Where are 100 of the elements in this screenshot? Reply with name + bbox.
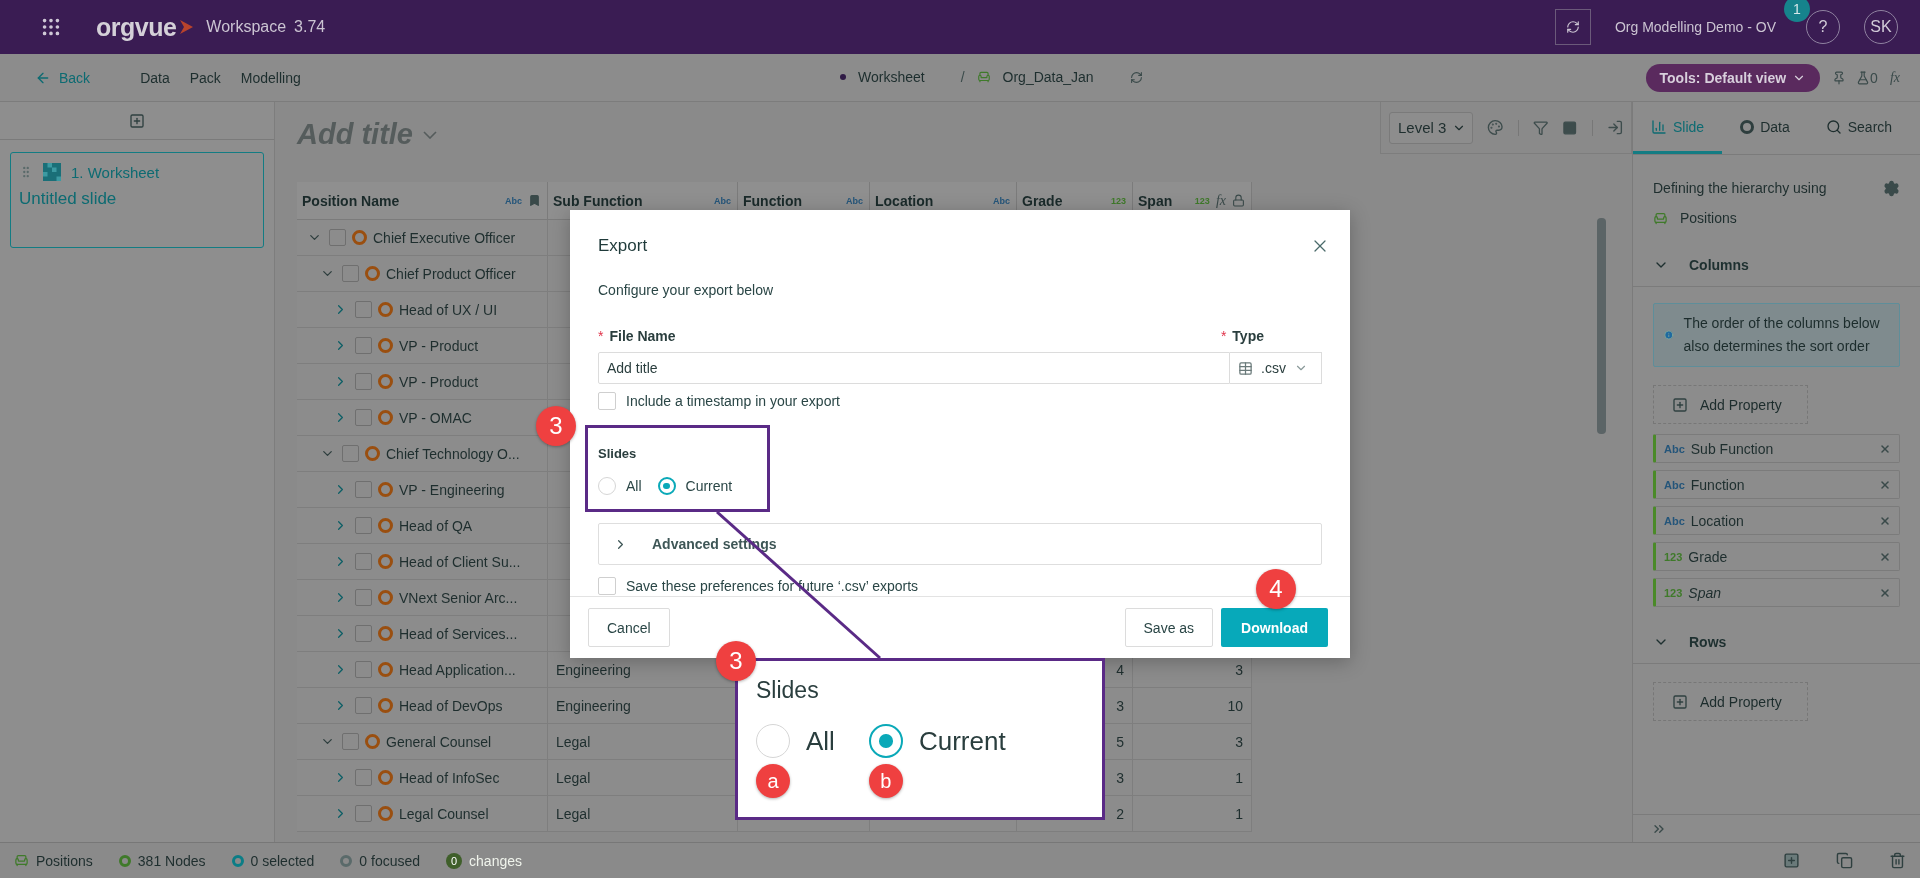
level-dropdown[interactable]: Level 3: [1389, 111, 1474, 144]
checkbox[interactable]: [598, 577, 616, 595]
row-checkbox[interactable]: [355, 661, 372, 678]
hierarchy-label: Defining the hierarchy using: [1653, 180, 1827, 196]
position-name: VP - OMAC: [399, 409, 472, 426]
breadcrumb-link[interactable]: Org_Data_Jan: [1002, 69, 1094, 85]
remove-icon[interactable]: [1879, 586, 1891, 599]
apps-grid-icon[interactable]: [40, 16, 62, 38]
row-checkbox[interactable]: [342, 445, 359, 462]
column-chip[interactable]: Abc Location: [1653, 506, 1900, 535]
flask-icon[interactable]: [1856, 70, 1871, 85]
checkbox-label: Include a timestamp in your export: [626, 393, 840, 409]
radio-button[interactable]: [657, 477, 676, 495]
settings-icon[interactable]: [1883, 179, 1900, 197]
checkbox[interactable]: [598, 392, 616, 410]
add-icon[interactable]: [1783, 852, 1800, 869]
slides-label: Slides: [598, 446, 638, 461]
sync-icon[interactable]: [1129, 70, 1143, 84]
position-ring-icon: [378, 374, 393, 389]
callout-title: Slides: [756, 677, 820, 704]
row-checkbox[interactable]: [342, 733, 359, 750]
position-ring-icon: [378, 518, 393, 533]
column-header[interactable]: Position Name Abc: [297, 182, 548, 219]
export-icon[interactable]: [1606, 119, 1623, 136]
file-name-field[interactable]: Add title: [598, 352, 1230, 384]
delete-icon[interactable]: [1889, 852, 1906, 869]
table-cell: 3: [1235, 661, 1243, 678]
ring-icon: [340, 854, 353, 867]
table-cell: Engineering: [556, 697, 631, 714]
ring-icon: [231, 854, 244, 867]
refresh-button[interactable]: [1554, 9, 1591, 45]
column-chip[interactable]: Abc Sub Function: [1653, 434, 1900, 463]
remove-icon[interactable]: [1879, 550, 1891, 563]
menu-item[interactable]: Data: [140, 69, 170, 86]
flask-count: 0: [1870, 69, 1878, 86]
remove-icon[interactable]: [1879, 514, 1891, 527]
notification-badge: 1: [1784, 0, 1810, 22]
position-ring-icon: [378, 482, 393, 497]
dialog-button[interactable]: Save as: [1124, 608, 1214, 647]
download-button[interactable]: Download: [1221, 608, 1328, 647]
menu-item[interactable]: Modelling: [240, 69, 301, 86]
row-checkbox[interactable]: [355, 625, 372, 642]
formula-icon[interactable]: fx: [1889, 69, 1900, 86]
worksheet-thumbnail-icon: [43, 163, 61, 181]
section-header[interactable]: Rows: [1633, 620, 1920, 664]
row-checkbox[interactable]: [355, 553, 372, 570]
position-ring-icon: [378, 302, 393, 317]
row-checkbox[interactable]: [342, 265, 359, 282]
column-chip[interactable]: 123 Span: [1653, 578, 1900, 607]
row-checkbox[interactable]: [355, 517, 372, 534]
column-chip[interactable]: 123 Grade: [1653, 542, 1900, 571]
position-name: General Counsel: [386, 733, 492, 750]
remove-icon[interactable]: [1879, 478, 1891, 491]
position-name: Head of QA: [399, 517, 473, 534]
chevron-down-icon: [423, 130, 437, 139]
duplicate-icon[interactable]: [1836, 852, 1853, 869]
row-checkbox[interactable]: [355, 589, 372, 606]
marker-badge: b: [868, 764, 903, 798]
table-cell: 1: [1235, 769, 1243, 786]
scrollbar-thumb[interactable]: [1597, 218, 1606, 434]
panel-tab[interactable]: Search: [1807, 102, 1911, 154]
section-header[interactable]: Columns: [1633, 243, 1920, 287]
position-ring-icon: [378, 806, 393, 821]
pin-icon[interactable]: [1832, 70, 1847, 85]
position-name: Head of Services...: [399, 625, 518, 642]
changes-status: 0 changes: [446, 852, 522, 869]
row-checkbox[interactable]: [355, 481, 372, 498]
panel-tab[interactable]: Data: [1722, 102, 1808, 154]
table-cell: Engineering: [556, 661, 631, 678]
row-checkbox[interactable]: [355, 805, 372, 822]
row-checkbox[interactable]: [355, 373, 372, 390]
position-name: Chief Executive Officer: [373, 229, 516, 246]
remove-icon[interactable]: [1879, 442, 1891, 455]
row-checkbox[interactable]: [355, 301, 372, 318]
row-checkbox[interactable]: [329, 229, 346, 246]
radio-button[interactable]: [598, 477, 616, 495]
position-name: Legal Counsel: [399, 805, 489, 822]
plus-icon: [1672, 693, 1688, 710]
dialog-title: Export: [598, 236, 648, 256]
breadcrumb-link[interactable]: Worksheet: [858, 69, 925, 85]
row-checkbox[interactable]: [355, 409, 372, 426]
version-label: 3.74: [294, 18, 326, 36]
table-cell: 4: [1116, 661, 1124, 678]
position-ring-icon: [378, 590, 393, 605]
dialog-button[interactable]: Cancel: [588, 608, 670, 647]
tools-view-button[interactable]: Tools: Default view: [1645, 63, 1821, 92]
add-property-button[interactable]: Add Property: [1653, 682, 1808, 721]
palette-icon[interactable]: [1487, 119, 1504, 136]
filter-icon[interactable]: [1532, 119, 1549, 136]
add-slide-icon[interactable]: [129, 112, 145, 129]
table-cell: 2: [1116, 805, 1124, 822]
row-checkbox[interactable]: [355, 337, 372, 354]
column-chip[interactable]: Abc Function: [1653, 470, 1900, 499]
square-icon[interactable]: [1562, 119, 1578, 136]
add-property-button[interactable]: Add Property: [1653, 385, 1808, 424]
row-checkbox[interactable]: [355, 769, 372, 786]
row-checkbox[interactable]: [355, 697, 372, 714]
type-dropdown[interactable]: .csv: [1230, 352, 1322, 384]
menu-item[interactable]: Pack: [189, 69, 221, 86]
status-item: Positions: [14, 852, 93, 869]
